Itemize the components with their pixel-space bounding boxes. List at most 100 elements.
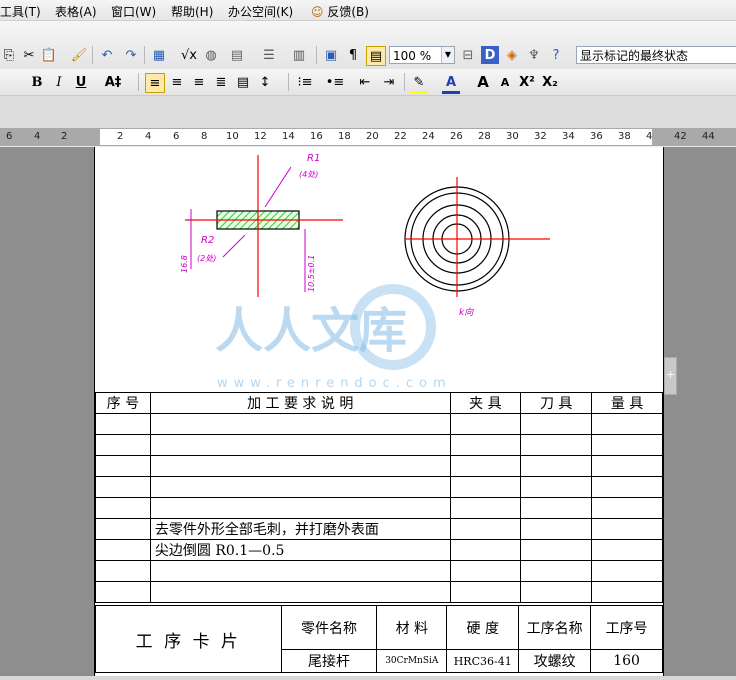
template-icon[interactable]: ◈	[503, 46, 521, 64]
cell[interactable]	[149, 434, 451, 456]
align-center-icon[interactable]: ≡	[168, 73, 186, 91]
cell[interactable]	[95, 539, 151, 561]
table-row[interactable]	[95, 455, 663, 477]
gift-icon[interactable]: ♆	[525, 46, 543, 64]
cell[interactable]	[95, 560, 151, 582]
document-area[interactable]: R1 (4处) R2 (2处) 16.8 10.5±0.1 k向 人人文库 ww…	[0, 147, 736, 680]
cell[interactable]	[95, 455, 151, 477]
cell[interactable]	[520, 539, 593, 561]
menu-table[interactable]: 表格(A)	[55, 3, 97, 20]
cell[interactable]	[520, 581, 593, 603]
cell[interactable]	[520, 413, 593, 435]
cell[interactable]	[449, 497, 522, 519]
underline-button[interactable]: U	[72, 73, 90, 91]
increase-indent-icon[interactable]: ⇥	[380, 73, 398, 91]
shrink-font-button[interactable]: A	[496, 73, 514, 91]
zoom-select[interactable]: 100 % ▼	[389, 46, 455, 64]
cell[interactable]	[591, 434, 663, 456]
cell[interactable]	[449, 518, 522, 540]
table-grid-icon[interactable]: ▤	[228, 46, 246, 64]
insert-table-icon[interactable]: ▦	[150, 46, 168, 64]
table-row[interactable]	[95, 476, 663, 498]
expand-handle[interactable]: +	[664, 357, 677, 395]
show-formatting-icon[interactable]: ¶	[344, 46, 362, 64]
cell[interactable]	[449, 455, 522, 477]
cell[interactable]	[95, 581, 151, 603]
line-spacing-icon[interactable]: ↕	[256, 73, 274, 91]
value-process-no[interactable]: 160	[590, 649, 663, 673]
cell[interactable]	[149, 497, 451, 519]
cell[interactable]	[449, 476, 522, 498]
format-painter-icon[interactable]: 🖌	[70, 46, 88, 64]
cell[interactable]	[520, 434, 593, 456]
cell[interactable]	[149, 581, 451, 603]
markup-display-select[interactable]: 显示标记的最终状态	[576, 46, 736, 64]
cut-icon[interactable]: ✂	[20, 46, 38, 64]
bold-button[interactable]: B	[28, 73, 46, 91]
undo-icon[interactable]: ↶	[98, 46, 116, 64]
value-material[interactable]: 30CrMnSiA	[376, 649, 448, 673]
cell[interactable]	[95, 497, 151, 519]
help-icon[interactable]: ?	[547, 46, 565, 64]
cell[interactable]	[149, 455, 451, 477]
superscript-button[interactable]: X²	[518, 73, 536, 91]
help-pointer-icon[interactable]: ⊟	[459, 46, 477, 64]
char-spacing-icon[interactable]: A‡	[104, 73, 122, 91]
table-row[interactable]	[95, 413, 663, 435]
cell[interactable]	[95, 476, 151, 498]
distribute-icon[interactable]: ▤	[234, 73, 252, 91]
cell[interactable]	[591, 455, 663, 477]
chart-icon[interactable]: ▥	[290, 46, 308, 64]
align-left-icon[interactable]: ≡	[145, 73, 165, 93]
table-row[interactable]: 尖边倒圆 R0.1—0.5	[95, 539, 663, 561]
document-map-icon[interactable]: ▣	[322, 46, 340, 64]
cell[interactable]	[449, 539, 522, 561]
reading-layout-icon[interactable]: ▤	[366, 46, 386, 66]
cell[interactable]	[520, 560, 593, 582]
grow-font-button[interactable]: A	[474, 73, 492, 91]
cell[interactable]	[149, 476, 451, 498]
cell[interactable]	[149, 560, 451, 582]
align-right-icon[interactable]: ≡	[190, 73, 208, 91]
redo-icon[interactable]: ↷	[122, 46, 140, 64]
menu-office-space[interactable]: 办公空间(K)	[228, 3, 293, 20]
cell[interactable]	[520, 455, 593, 477]
menu-window[interactable]: 窗口(W)	[111, 3, 156, 20]
insert-picture-icon[interactable]: ◍	[202, 46, 220, 64]
cell[interactable]	[591, 560, 663, 582]
cell[interactable]	[591, 518, 663, 540]
cell[interactable]: 去零件外形全部毛刺，并打磨外表面	[149, 518, 451, 540]
cell[interactable]	[520, 476, 593, 498]
numbering-icon[interactable]: ⁝≡	[296, 73, 314, 91]
value-part-name[interactable]: 尾接杆	[280, 649, 378, 673]
cell[interactable]	[520, 518, 593, 540]
table-row[interactable]	[95, 560, 663, 582]
cell[interactable]	[591, 497, 663, 519]
cell[interactable]	[591, 413, 663, 435]
bullets-icon[interactable]: •≡	[326, 73, 345, 91]
cell[interactable]	[95, 413, 151, 435]
table-row[interactable]	[95, 581, 663, 603]
page[interactable]: R1 (4处) R2 (2处) 16.8 10.5±0.1 k向 人人文库 ww…	[94, 147, 664, 680]
chevron-down-icon[interactable]: ▼	[441, 47, 454, 63]
highlight-icon[interactable]: ✎	[410, 73, 428, 94]
justify-icon[interactable]: ≣	[212, 73, 230, 91]
value-hardness[interactable]: HRC36-41	[446, 649, 520, 673]
menu-tools[interactable]: 工具(T)	[0, 3, 41, 20]
decrease-indent-icon[interactable]: ⇤	[356, 73, 374, 91]
subscript-button[interactable]: X₂	[541, 73, 559, 91]
menu-feedback[interactable]: ☺ 反馈(B)	[311, 3, 369, 20]
columns-icon[interactable]: ☰	[260, 46, 278, 64]
cell[interactable]	[591, 539, 663, 561]
formula-icon[interactable]: √x	[180, 46, 198, 64]
paste-icon[interactable]: 📋	[40, 46, 58, 64]
italic-button[interactable]: I	[50, 73, 68, 91]
copy-icon[interactable]: ⎘	[0, 46, 18, 64]
cell[interactable]	[449, 413, 522, 435]
cell[interactable]	[591, 581, 663, 603]
menu-help[interactable]: 帮助(H)	[171, 3, 213, 20]
value-process-name[interactable]: 攻螺纹	[518, 649, 592, 673]
dictionary-icon[interactable]: D	[481, 46, 499, 64]
horizontal-ruler[interactable]: 6 4 2 2 4 6 8 10 12 14 16 18 20 22 24 26…	[0, 128, 736, 146]
cell[interactable]	[449, 560, 522, 582]
